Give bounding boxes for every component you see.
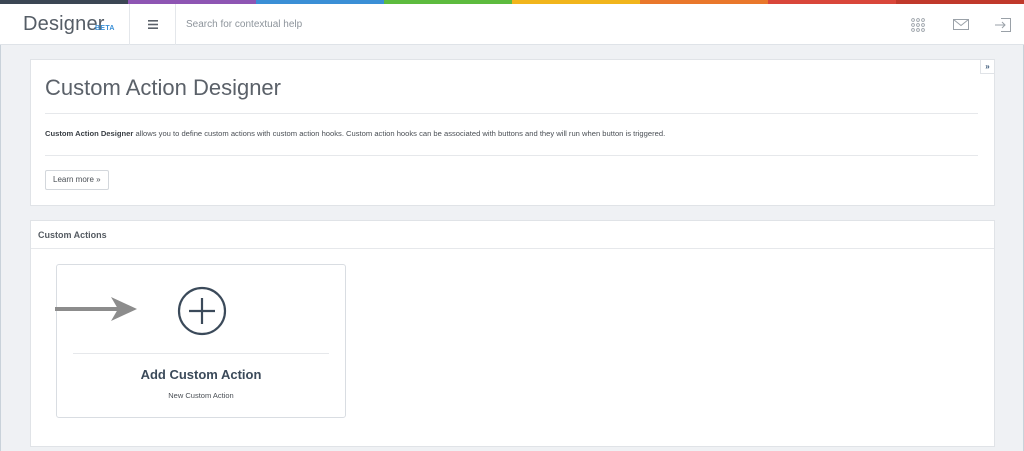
card-subtitle: New Custom Action — [168, 391, 234, 400]
panel-header: Custom Actions — [31, 221, 994, 249]
learn-more-button[interactable]: Learn more » — [45, 170, 109, 190]
apps-button[interactable] — [898, 4, 938, 45]
search-input[interactable] — [186, 14, 586, 34]
card-title: Add Custom Action — [140, 367, 262, 382]
apps-grid-icon — [911, 17, 925, 32]
description-bold: Custom Action Designer — [45, 129, 134, 138]
menu-toggle-button[interactable] — [130, 4, 176, 45]
intro-description: Custom Action Designer allows you to def… — [45, 128, 975, 140]
brand-name: Designer — [23, 13, 105, 35]
custom-actions-panel: Custom Actions Add Custom Action New Cus… — [30, 220, 995, 447]
beta-badge: BETA — [95, 25, 115, 32]
logout-button[interactable] — [983, 4, 1023, 45]
divider — [45, 155, 978, 156]
collapse-button[interactable]: » — [980, 60, 994, 74]
menu-icon — [147, 20, 158, 29]
logout-icon — [995, 17, 1011, 32]
page-title: Custom Action Designer — [45, 75, 281, 100]
add-custom-action-card[interactable]: Add Custom Action New Custom Action — [56, 264, 346, 418]
divider — [45, 113, 978, 114]
card-divider — [73, 353, 329, 354]
add-circle-icon — [177, 286, 227, 336]
mail-icon — [953, 19, 969, 30]
intro-panel: » Custom Action Designer Custom Action D… — [30, 59, 995, 206]
description-text: allows you to define custom actions with… — [133, 129, 666, 138]
messages-button[interactable] — [941, 4, 981, 45]
brand[interactable]: Designer BETA — [0, 4, 130, 45]
panel-title: Custom Actions — [38, 230, 107, 240]
pointer-arrow-icon — [55, 297, 137, 321]
top-bar: Designer BETA — [0, 4, 1024, 45]
